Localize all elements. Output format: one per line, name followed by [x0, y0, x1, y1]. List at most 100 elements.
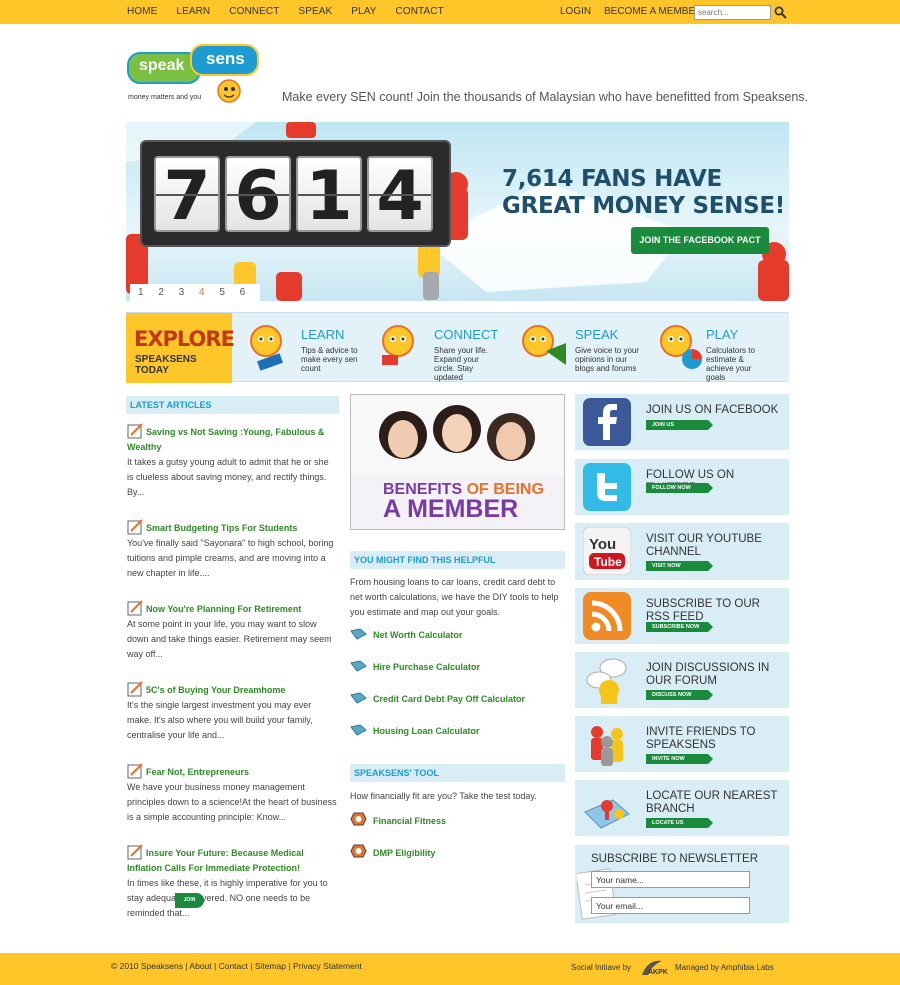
benefits-member-banner[interactable]: BENEFITS OF BEING A MEMBER: [350, 394, 565, 530]
footer-contact-link[interactable]: Contact: [219, 961, 248, 971]
members-photo: [351, 395, 564, 475]
counter-digit: 6: [225, 156, 291, 236]
explore-learn[interactable]: LEARN Tips & advice to make every sen co…: [246, 313, 376, 383]
locate-us-button[interactable]: LOCATE US: [646, 818, 713, 828]
svg-text:You: You: [589, 536, 616, 553]
nav-learn[interactable]: LEARN: [176, 0, 210, 24]
article-item: Saving vs Not Saving :Young, Fabulous & …: [127, 423, 337, 500]
article-excerpt: In times like these, it is highly impera…: [127, 878, 328, 918]
tool-link[interactable]: DMP Eligibility: [350, 844, 435, 858]
logo-speak-text: speak: [139, 57, 185, 74]
pager-item[interactable]: 6: [240, 284, 260, 301]
footer-privacy-link[interactable]: Privacy Statement: [293, 961, 362, 971]
counter-digit: 1: [296, 156, 362, 236]
nav-home[interactable]: HOME: [127, 0, 157, 24]
article-item: Fear Not, Entrepreneurs We have your bus…: [127, 763, 337, 825]
article-title[interactable]: 5C's of Buying Your Dreamhome: [127, 681, 337, 698]
gauge-icon: [350, 812, 367, 826]
copyright: © 2010 Speaksens: [111, 961, 183, 971]
calculator-link[interactable]: Housing Loan Calculator: [350, 724, 480, 736]
article-title[interactable]: Saving vs Not Saving :Young, Fabulous & …: [127, 423, 337, 455]
article-excerpt: It takes a gutsy young adult to admit th…: [127, 457, 329, 497]
article-note-icon: [127, 423, 143, 439]
mascot-speak-icon: [522, 325, 566, 365]
explore-speak[interactable]: SPEAK Give voice to your opinions in our…: [518, 313, 653, 383]
explore-play[interactable]: PLAY Calculators to estimate & achieve y…: [656, 313, 789, 383]
svg-text:Tube: Tube: [594, 555, 622, 569]
social-youtube[interactable]: You Tube VISIT OUR YOUTUBE CHANNEL VISIT …: [575, 523, 789, 580]
calculator-link[interactable]: Net Worth Calculator: [350, 628, 462, 640]
pager-item[interactable]: 1: [138, 284, 158, 301]
explore-subtitle: SPEAKSENS TODAY: [135, 354, 197, 376]
article-title[interactable]: Insure Your Future: Because Medical Infl…: [127, 844, 337, 876]
newsletter-join-button[interactable]: JOIN: [175, 893, 204, 908]
article-excerpt: At some point in your life, you may want…: [127, 619, 332, 659]
social-label: SUBSCRIBE TO OUR RSS FEED: [646, 598, 760, 623]
social-label: JOIN US ON FACEBOOK: [646, 404, 779, 416]
join-us-button[interactable]: JOIN US: [646, 420, 713, 430]
youtube-icon: You Tube: [583, 527, 631, 575]
article-excerpt: You've finally said "Sayonara" to high s…: [127, 538, 334, 578]
nav-speak[interactable]: SPEAK: [298, 0, 332, 24]
article-note-icon: [127, 763, 143, 779]
explore-play-title: PLAY: [706, 327, 739, 342]
search-input[interactable]: [694, 5, 771, 20]
newsletter-email-input[interactable]: [591, 897, 750, 914]
counter-digit: 4: [367, 156, 433, 236]
article-item: Now You're Planning For Retirement At so…: [127, 600, 337, 662]
social-invite[interactable]: INVITE FRIENDS TO SPEAKSENS INVITE NOW: [575, 716, 789, 772]
discuss-now-button[interactable]: DISCUSS NOW: [646, 690, 713, 700]
banner-headline-line2: GREAT MONEY SENSE!: [502, 193, 785, 219]
social-forum[interactable]: JOIN DISCUSSIONS IN OUR FORUM DISCUSS NO…: [575, 652, 789, 708]
subscribe-now-button[interactable]: SUBSCRIBE NOW: [646, 622, 713, 632]
join-facebook-pact-button[interactable]: JOIN THE FACEBOOK PACT: [631, 227, 769, 254]
article-item: Insure Your Future: Because Medical Infl…: [127, 844, 337, 921]
explore-connect[interactable]: CONNECT Share your life. Expand your cir…: [378, 313, 513, 383]
tagline: Make every SEN count! Join the thousands…: [282, 90, 808, 104]
mascot-play-icon: [660, 325, 702, 369]
social-initiative-label: Social Initiave by: [571, 963, 632, 972]
pager-item[interactable]: 3: [179, 284, 199, 301]
article-item: 5C's of Buying Your Dreamhome It's the s…: [127, 681, 337, 743]
nav-play[interactable]: PLAY: [351, 0, 376, 24]
footer-sitemap-link[interactable]: Sitemap: [255, 961, 286, 971]
main-nav: HOME LEARN CONNECT SPEAK PLAY CONTACT: [127, 0, 463, 24]
banner-headline-line1: 7,614 FANS HAVE: [502, 166, 722, 192]
article-title[interactable]: Now You're Planning For Retirement: [127, 600, 337, 617]
article-title[interactable]: Fear Not, Entrepreneurs: [127, 763, 337, 780]
search-icon[interactable]: [774, 6, 787, 19]
social-label: VISIT OUR YOUTUBE CHANNEL: [646, 533, 762, 558]
follow-now-button[interactable]: FOLLOW NOW: [646, 483, 713, 493]
article-item: Smart Budgeting Tips For Students You've…: [127, 519, 337, 581]
social-rss[interactable]: SUBSCRIBE TO OUR RSS FEED SUBSCRIBE NOW: [575, 588, 789, 644]
gauge-icon: [350, 844, 367, 858]
visit-now-button[interactable]: VISIT NOW: [646, 561, 713, 571]
tool-link[interactable]: Financial Fitness: [350, 812, 446, 826]
benefits-line2: A MEMBER: [383, 495, 519, 523]
hero-banner: 7 6 1 4 7,614 FANS HAVE GREAT MONEY SENS…: [126, 122, 789, 301]
nav-contact[interactable]: CONTACT: [396, 0, 444, 24]
calculator-link[interactable]: Credit Card Debt Pay Off Calculator: [350, 692, 525, 704]
pager-item-active[interactable]: 4: [199, 284, 219, 301]
invite-friends-icon: [591, 726, 623, 766]
explore-connect-title: CONNECT: [434, 327, 499, 342]
explore-speak-title: SPEAK: [575, 327, 619, 342]
newsletter-name-input[interactable]: [591, 871, 750, 888]
akpk-logo-text: AKPK: [648, 969, 668, 976]
article-excerpt: We have your business money management p…: [127, 782, 337, 822]
helpful-heading: YOU MIGHT FIND THIS HELPFUL: [350, 551, 565, 569]
banner-pager: 1 2 3 4 5 6: [130, 284, 260, 301]
nav-connect[interactable]: CONNECT: [229, 0, 279, 24]
footer-about-link[interactable]: About: [189, 961, 211, 971]
pager-item[interactable]: 5: [219, 284, 239, 301]
calculator-link[interactable]: Hire Purchase Calculator: [350, 660, 480, 672]
social-facebook[interactable]: JOIN US ON FACEBOOK JOIN US: [575, 394, 789, 450]
login-link[interactable]: LOGIN: [560, 0, 591, 24]
social-twitter[interactable]: FOLLOW US ON TWITTER FOLLOW NOW: [575, 459, 789, 515]
speaksens-logo[interactable]: speak sens money matters and you: [127, 44, 259, 106]
invite-now-button[interactable]: INVITE NOW: [646, 754, 713, 764]
pager-item[interactable]: 2: [158, 284, 178, 301]
become-member-link[interactable]: BECOME A MEMBER: [604, 0, 702, 24]
social-locate[interactable]: LOCATE OUR NEAREST BRANCH LOCATE US: [575, 780, 789, 836]
article-title[interactable]: Smart Budgeting Tips For Students: [127, 519, 337, 536]
